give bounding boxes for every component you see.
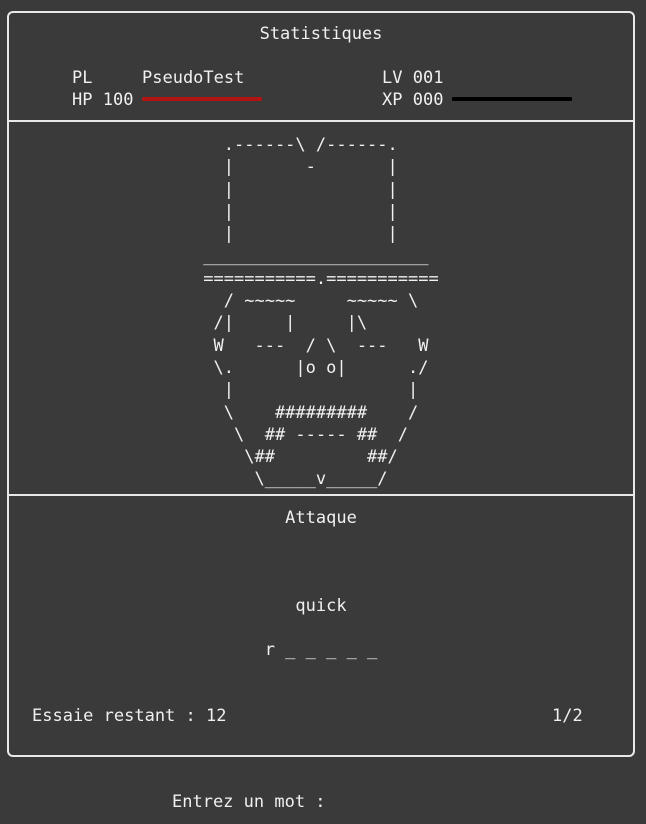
guess-pattern: r _ _ _ _ _ xyxy=(264,640,378,660)
attack-word: quick xyxy=(295,596,347,616)
hp-value: 100 xyxy=(102,90,134,110)
tries-remaining: Essaie restant : 12 xyxy=(32,706,227,726)
level-display: LV 001 xyxy=(382,67,443,89)
xp-bar xyxy=(452,97,572,101)
level-label: LV xyxy=(382,68,403,88)
input-prompt[interactable]: Entrez un mot : xyxy=(172,791,326,813)
stats-title: Statistiques xyxy=(259,24,383,44)
xp-label: XP xyxy=(382,90,403,110)
page-indicator: 1/2 xyxy=(552,706,583,726)
player-label: PL xyxy=(72,68,93,88)
hp-bar xyxy=(142,97,262,101)
hp-label: HP xyxy=(72,90,93,110)
game-frame: Statistiques PL PseudoTest LV 001 HP 100… xyxy=(7,11,635,757)
attack-title: Attaque xyxy=(285,508,357,528)
monster-art: .------\ /------. | - | | | | | | | ____… xyxy=(9,134,633,491)
player-name: PseudoTest xyxy=(142,68,245,88)
monster-divider xyxy=(9,494,633,496)
hp-display: HP 100 xyxy=(72,89,133,111)
xp-value: 000 xyxy=(412,90,444,110)
monster-ascii: .------\ /------. | - | | | | | | | ____… xyxy=(203,135,439,490)
level-value: 001 xyxy=(412,68,444,88)
xp-display: XP 000 xyxy=(382,89,443,111)
stats-divider xyxy=(9,120,633,122)
